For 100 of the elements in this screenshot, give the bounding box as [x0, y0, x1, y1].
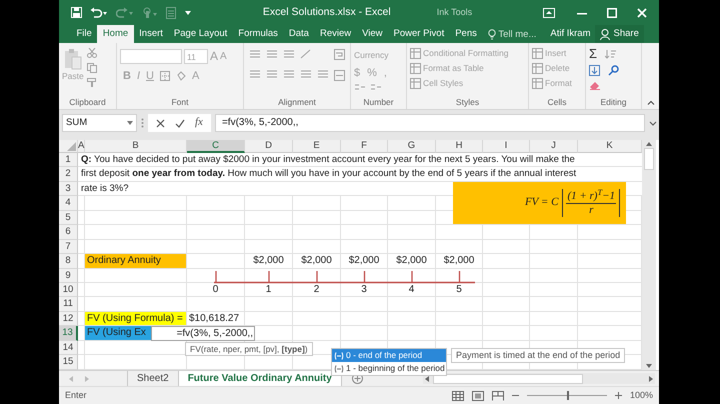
scroll-thumb[interactable] — [432, 374, 583, 384]
previous-sheet-icon[interactable] — [69, 376, 73, 382]
status-mode: Enter — [65, 390, 87, 401]
row-header[interactable]: 13 — [59, 326, 78, 341]
name-box[interactable]: SUM — [62, 114, 137, 132]
column-header[interactable]: A — [78, 140, 85, 153]
cancel-icon[interactable] — [156, 118, 165, 128]
ribbon-group-label: Cells — [546, 96, 568, 109]
row-header[interactable]: 11 — [59, 297, 78, 312]
column-header[interactable]: E — [293, 140, 341, 153]
value-icon — [334, 364, 344, 372]
share-button[interactable]: Share — [594, 25, 644, 43]
column-header[interactable]: B — [85, 140, 187, 153]
editing-label: FV (Using Ex — [85, 326, 151, 340]
close-icon[interactable] — [637, 8, 647, 18]
scroll-right-icon[interactable] — [649, 376, 653, 382]
payment-cell: $2,000 — [245, 254, 293, 268]
touch-mode-icon[interactable] — [142, 6, 158, 18]
ribbon-tab[interactable]: Home — [97, 25, 134, 43]
formula-field[interactable]: =fv(3%, 5,-2000,, — [214, 114, 645, 132]
normal-view-icon[interactable] — [452, 390, 464, 400]
ribbon-tab[interactable]: Page Layout — [168, 25, 233, 43]
row-header[interactable]: 14 — [59, 340, 78, 356]
ribbon-tab[interactable]: Power Pivot — [388, 25, 450, 43]
ribbon-tab[interactable]: Formulas — [232, 25, 284, 43]
table-cell — [388, 297, 436, 312]
enter-icon[interactable] — [175, 118, 185, 128]
scroll-up-icon[interactable] — [646, 142, 652, 146]
row-header[interactable]: 7 — [59, 240, 78, 254]
page-break-view-icon[interactable] — [492, 390, 504, 400]
ribbon-group-label: Styles — [454, 96, 480, 109]
ribbon-tab[interactable]: View — [356, 25, 388, 43]
next-sheet-icon[interactable] — [85, 376, 89, 382]
row-header[interactable]: 6 — [59, 225, 78, 240]
column-header[interactable]: D — [245, 140, 293, 153]
zoom-out-icon[interactable] — [512, 392, 519, 399]
table-cell — [187, 240, 245, 254]
customize-caret-icon[interactable] — [184, 10, 192, 16]
table-cell — [436, 225, 483, 240]
row-header[interactable]: 12 — [59, 312, 78, 326]
column-header[interactable]: F — [341, 140, 388, 153]
select-all-icon[interactable] — [67, 142, 76, 151]
row-header[interactable]: 15 — [59, 355, 78, 370]
row-header[interactable]: 1 — [59, 153, 78, 168]
save-icon[interactable] — [71, 7, 82, 18]
zoom-in-icon[interactable] — [614, 392, 622, 399]
redo-icon[interactable] — [116, 7, 134, 18]
undo-icon[interactable] — [90, 7, 108, 18]
row-header[interactable]: 3 — [59, 182, 78, 196]
row-header[interactable]: 5 — [59, 210, 78, 226]
table-cell — [388, 225, 436, 240]
formula-numerator: (1 + r)$^{T}$−1 — [566, 190, 616, 204]
column-header[interactable]: I — [483, 140, 530, 153]
table-cell — [341, 210, 388, 226]
vertical-scrollbar[interactable] — [642, 140, 656, 370]
column-header[interactable]: J — [530, 140, 578, 153]
row-header[interactable]: 8 — [59, 254, 78, 268]
ribbon-tab[interactable]: Data — [283, 25, 314, 43]
annuity-label: Ordinary Annuity — [85, 254, 187, 268]
scroll-left-icon[interactable] — [424, 376, 429, 382]
maximize-icon[interactable] — [607, 8, 617, 18]
table-cell — [293, 210, 341, 226]
sheet-tab[interactable]: Future Value Ordinary Annuity — [178, 371, 342, 386]
autocomplete-item[interactable]: 1 - beginning of the period — [332, 362, 446, 375]
column-header[interactable]: K — [578, 140, 642, 153]
row-header[interactable]: 2 — [59, 167, 78, 182]
ribbon-options-icon[interactable] — [543, 8, 555, 18]
ribbon-tab[interactable]: Insert — [134, 25, 168, 43]
ribbon-tab[interactable]: File — [71, 25, 98, 43]
horizontal-scrollbar[interactable] — [422, 373, 655, 384]
drag-handle-icon[interactable] — [141, 118, 144, 128]
scroll-down-icon[interactable] — [646, 364, 652, 368]
ribbon-group-label: Clipboard — [68, 96, 107, 109]
table-cell — [187, 210, 245, 226]
tell-me-field[interactable]: Tell me... — [496, 26, 546, 42]
column-header[interactable]: G — [388, 140, 436, 153]
cell-editor[interactable]: =fv(3%, 5,-2000,, — [151, 326, 255, 341]
table-cell — [483, 312, 530, 326]
person-icon — [600, 28, 610, 40]
autocomplete-item[interactable]: 0 - end of the period — [332, 349, 446, 362]
table-cell — [293, 240, 341, 254]
row-header[interactable]: 10 — [59, 282, 78, 298]
page-layout-view-icon[interactable] — [472, 390, 484, 400]
row-header[interactable]: 9 — [59, 268, 78, 283]
period-label: 1 — [245, 282, 293, 298]
zoom-level: 100% — [630, 390, 653, 401]
column-header[interactable]: C — [187, 140, 245, 153]
period-label: 3 — [341, 282, 388, 298]
document-icon[interactable] — [166, 6, 176, 18]
table-cell — [436, 240, 483, 254]
insert-function-button[interactable]: fx — [195, 116, 203, 130]
row-header[interactable]: 4 — [59, 196, 78, 211]
add-sheet-icon[interactable] — [352, 373, 363, 384]
table-cell — [436, 297, 483, 312]
window-title: Excel Solutions.xlsx - Excel — [262, 6, 391, 19]
scroll-thumb[interactable] — [644, 148, 654, 170]
expand-formula-icon[interactable] — [649, 120, 657, 126]
column-header[interactable]: H — [436, 140, 483, 153]
ribbon-tab[interactable]: Review — [314, 25, 357, 43]
ribbon-tab[interactable]: Pens — [450, 25, 482, 43]
